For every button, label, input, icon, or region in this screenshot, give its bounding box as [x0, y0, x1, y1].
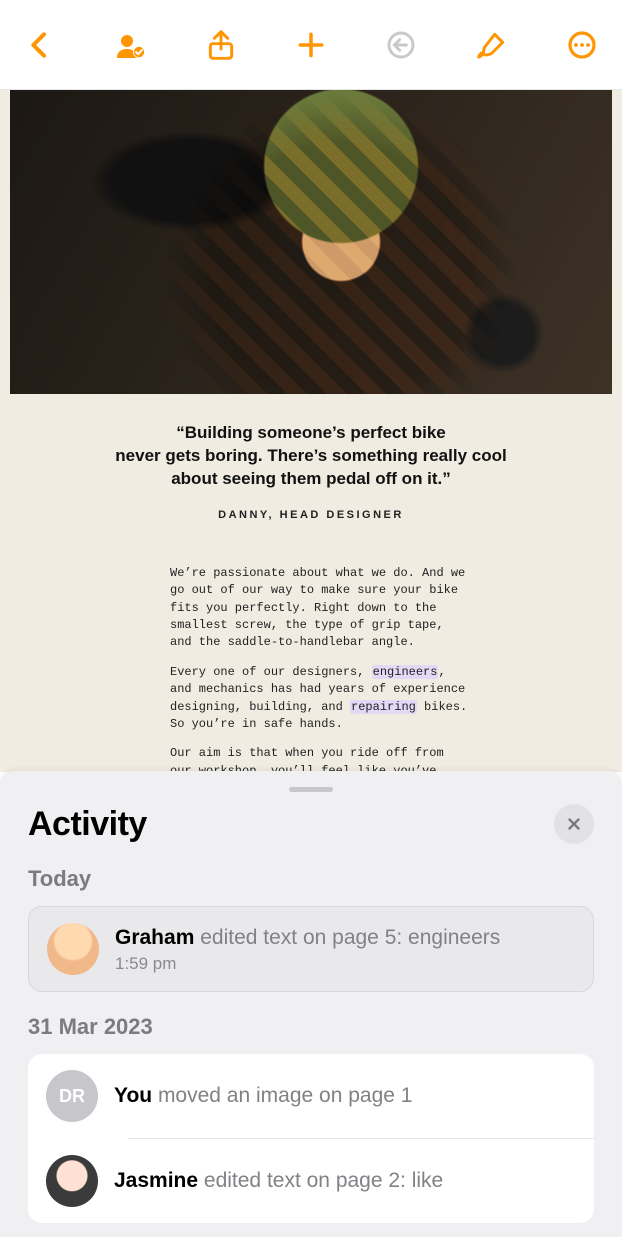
highlight-engineers[interactable]: engineers — [372, 665, 439, 679]
paragraph-3: Our aim is that when you ride off from o… — [170, 745, 470, 772]
p2-part-a: Every one of our designers, — [170, 665, 372, 679]
quote-line-1: “Building someone’s perfect bike — [90, 422, 532, 445]
activity-row-you[interactable]: DR You moved an image on page 1 — [28, 1054, 594, 1138]
paragraph-1: We’re passionate about what we do. And w… — [170, 565, 470, 652]
toolbar — [0, 0, 622, 90]
activity-text: Graham edited text on page 5: engineers — [115, 924, 500, 951]
section-label-date: 31 Mar 2023 — [28, 1014, 594, 1040]
avatar: DR — [46, 1070, 98, 1122]
activity-text: You moved an image on page 1 — [114, 1082, 412, 1109]
activity-row-graham[interactable]: Graham edited text on page 5: engineers … — [28, 906, 594, 992]
activity-card: DR You moved an image on page 1 Jasmine … — [28, 1054, 594, 1223]
activity-text: Jasmine edited text on page 2: like — [114, 1167, 443, 1194]
activity-row-jasmine[interactable]: Jasmine edited text on page 2: like — [28, 1139, 594, 1223]
hero-image[interactable] — [10, 90, 612, 394]
section-label-today: Today — [28, 866, 594, 892]
activity-action: moved an image on page 1 — [152, 1084, 412, 1107]
activity-sheet: Activity Today Graham edited text on pag… — [0, 771, 622, 1237]
quote-block[interactable]: “Building someone’s perfect bike never g… — [10, 394, 612, 531]
activity-who: Jasmine — [114, 1169, 198, 1192]
more-icon[interactable] — [560, 23, 604, 67]
quote-attribution: DANNY, HEAD DESIGNER — [90, 509, 532, 521]
quote-line-2: never gets boring. There’s something rea… — [90, 445, 532, 468]
activity-action: edited text on page 5: engineers — [194, 926, 500, 949]
activity-action: edited text on page 2: like — [198, 1169, 443, 1192]
add-icon[interactable] — [289, 23, 333, 67]
avatar — [47, 923, 99, 975]
paragraph-2: Every one of our designers, engineers, a… — [170, 664, 470, 734]
avatar — [46, 1155, 98, 1207]
undo-icon — [379, 23, 423, 67]
sheet-grabber[interactable] — [289, 787, 333, 792]
share-icon[interactable] — [199, 23, 243, 67]
activity-title: Activity — [28, 805, 147, 844]
format-brush-icon[interactable] — [470, 23, 514, 67]
collaborate-icon[interactable] — [108, 23, 152, 67]
activity-who: Graham — [115, 926, 194, 949]
activity-who: You — [114, 1084, 152, 1107]
document-canvas[interactable]: “Building someone’s perfect bike never g… — [0, 90, 622, 772]
close-icon[interactable] — [554, 804, 594, 844]
back-button[interactable] — [18, 23, 62, 67]
activity-time: 1:59 pm — [115, 954, 500, 974]
body-text[interactable]: We’re passionate about what we do. And w… — [10, 531, 470, 772]
highlight-repairing[interactable]: repairing — [350, 700, 417, 714]
quote-line-3: about seeing them pedal off on it.” — [90, 468, 532, 491]
